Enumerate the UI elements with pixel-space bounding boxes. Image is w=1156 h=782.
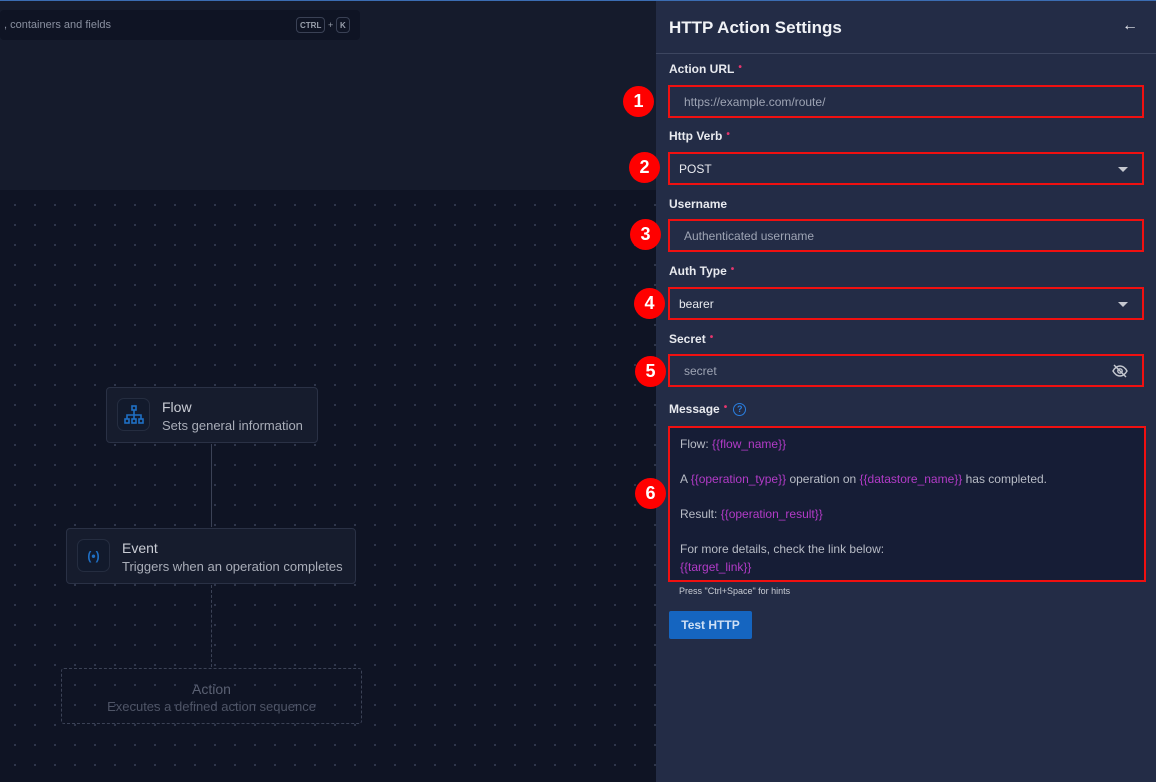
label-text: Secret — [669, 332, 706, 346]
text: has completed. — [962, 472, 1047, 486]
text: Result: — [680, 507, 721, 521]
text: A — [680, 472, 691, 486]
label-text: Auth Type — [669, 264, 727, 278]
annotation-badge: 1 — [623, 86, 654, 117]
variable: {{flow_name}} — [712, 437, 787, 451]
help-icon[interactable]: ? — [733, 403, 747, 417]
node-subtitle: Executes a defined action sequence — [107, 699, 316, 714]
divider — [656, 53, 1156, 54]
variable: {{datastore_name}} — [859, 472, 963, 486]
shortcut-k: K — [336, 17, 350, 33]
flow-node[interactable]: Flow Sets general information — [106, 387, 318, 443]
variable: {{operation_type}} — [690, 472, 787, 486]
hint-text: Press "Ctrl+Space" for hints — [679, 586, 791, 596]
eye-off-icon[interactable] — [1112, 364, 1128, 383]
search-placeholder: , containers and fields — [4, 19, 112, 31]
panel-title: HTTP Action Settings — [669, 18, 842, 37]
label-text: Message — [669, 402, 720, 416]
node-subtitle: Triggers when an operation completes — [122, 559, 343, 574]
auth-type-select[interactable]: bearer — [668, 287, 1144, 320]
test-http-button[interactable]: Test HTTP — [669, 611, 752, 639]
annotation-badge: 3 — [630, 219, 661, 250]
variable: {{operation_result}} — [720, 507, 823, 521]
caret-down-icon — [1118, 167, 1128, 172]
required-mark: • — [730, 264, 735, 275]
event-node[interactable]: (•) Event Triggers when an operation com… — [66, 528, 356, 584]
username-input[interactable]: Authenticated username — [668, 219, 1144, 252]
message-label: Message •? — [669, 402, 747, 417]
action-url-label: Action URL • — [669, 62, 742, 76]
placeholder: Authenticated username — [684, 229, 815, 243]
selected-value: POST — [679, 162, 712, 176]
caret-down-icon — [1118, 302, 1128, 307]
required-mark: • — [738, 62, 742, 73]
broadcast-icon: (•) — [77, 539, 110, 572]
http-verb-select[interactable]: POST — [668, 152, 1144, 185]
shortcut-plus: + — [328, 20, 334, 30]
canvas-header: , containers and fields CTRL + K — [0, 1, 656, 190]
placeholder: secret — [684, 364, 717, 378]
arrow-left-icon[interactable]: ← — [1122, 17, 1138, 35]
required-mark: • — [726, 129, 730, 140]
secret-label: Secret • — [669, 332, 713, 346]
annotation-badge: 5 — [635, 356, 666, 387]
action-node-placeholder[interactable]: Action Executes a defined action sequenc… — [61, 668, 362, 724]
settings-panel: HTTP Action Settings ← Action URL • https… — [656, 1, 1156, 782]
required-mark: • — [723, 402, 728, 413]
text: Flow: — [680, 437, 713, 451]
required-mark: • — [709, 332, 714, 343]
text: operation on — [786, 472, 860, 486]
text: For more details, check the link below: — [680, 542, 885, 556]
username-label: Username — [669, 197, 728, 211]
label-text: Action URL — [669, 62, 735, 76]
http-verb-label: Http Verb • — [669, 129, 730, 143]
selected-value: bearer — [679, 297, 714, 311]
action-url-input[interactable]: https://example.com/route/ — [668, 85, 1144, 118]
dashed-connector — [211, 585, 212, 667]
placeholder: https://example.com/route/ — [684, 95, 826, 109]
connector-line — [211, 444, 212, 527]
shortcut-ctrl: CTRL — [296, 17, 326, 33]
label-text: Http Verb — [669, 129, 723, 143]
secret-input[interactable]: secret — [668, 354, 1144, 387]
auth-type-label: Auth Type • — [669, 264, 734, 278]
message-textarea[interactable]: Flow: {{flow_name}} A {{operation_type}}… — [668, 426, 1146, 582]
node-title: Action — [192, 681, 231, 697]
annotation-badge: 2 — [629, 152, 660, 183]
annotation-badge: 6 — [635, 478, 666, 509]
node-title: Event — [122, 540, 158, 556]
search-input[interactable]: , containers and fields CTRL + K — [0, 10, 360, 40]
node-title: Flow — [162, 399, 192, 415]
annotation-badge: 4 — [634, 288, 665, 319]
node-subtitle: Sets general information — [162, 418, 303, 433]
variable: {{target_link}} — [680, 559, 752, 574]
sitemap-icon — [117, 398, 150, 431]
